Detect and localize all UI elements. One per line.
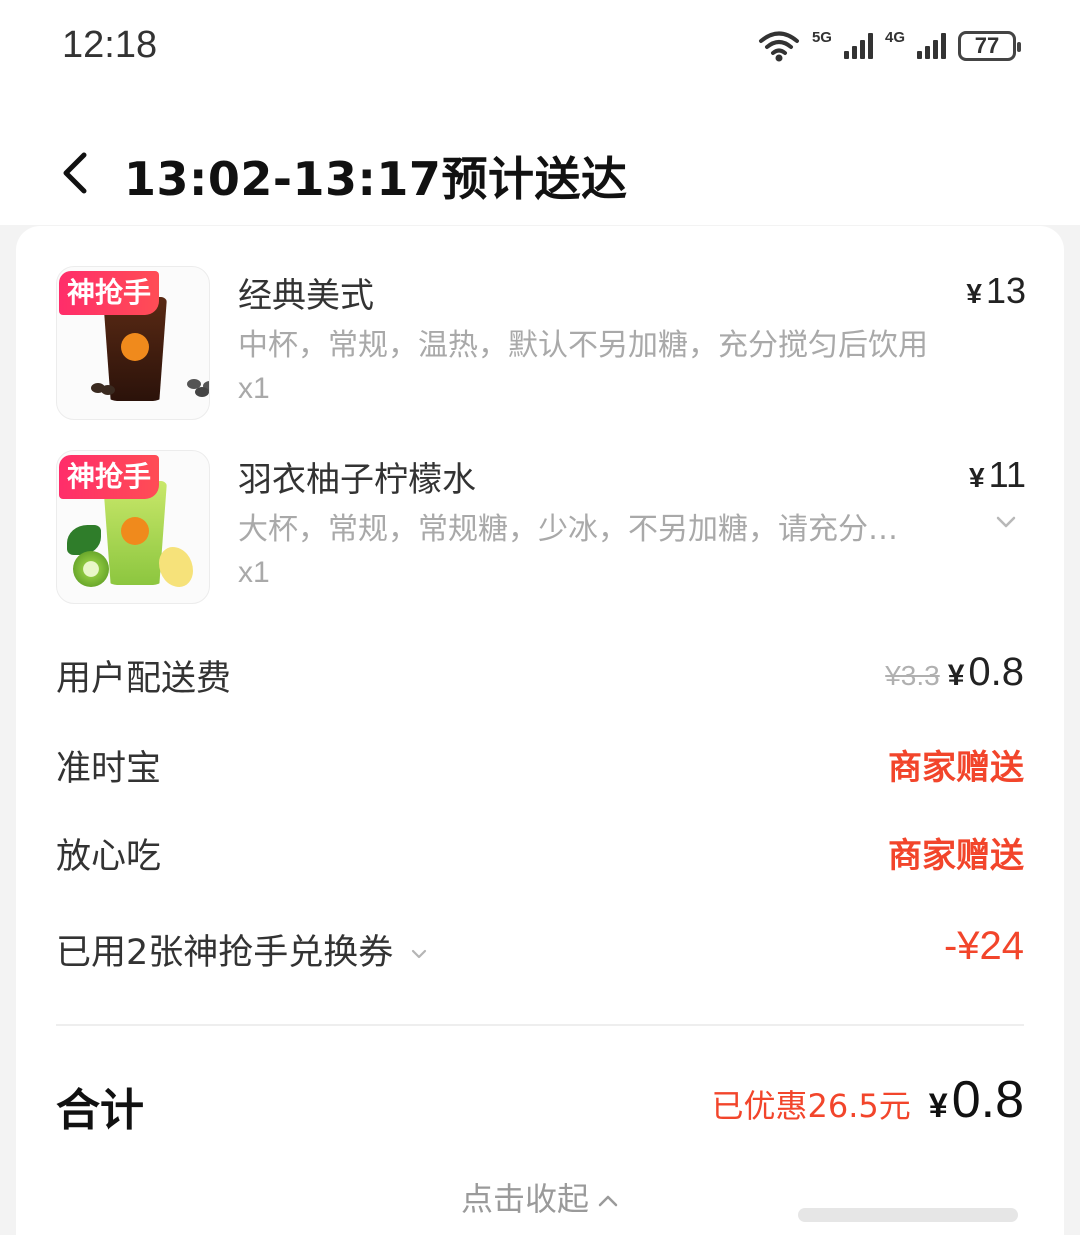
item-price: ¥13 [966,270,1026,312]
total-price: ¥0.8 [929,1070,1024,1130]
status-time: 12:18 [62,24,158,66]
coupon-label-text: 已用2张神抢手兑换券 [56,933,394,973]
status-bar: 12:18 5G 4G 77 [0,0,1080,95]
currency-symbol: ¥ [928,1087,948,1125]
promo-badge: 神抢手 [59,455,160,499]
saved-amount-text: 已优惠26.5元 [711,1087,911,1125]
brand-logo-icon [121,333,149,361]
chevron-left-icon [63,152,87,194]
original-fee: ¥3.3 [885,660,940,691]
total-price-value: 0.8 [951,1071,1024,1129]
item-name: 经典美式 [238,276,374,316]
product-image: 神抢手 [56,266,210,420]
order-item[interactable]: 神抢手 羽衣柚子柠檬水 ¥11 大杯，常规，常规糖，少冰，不另加糖，请充分… x… [56,450,1026,610]
item-spec: 中杯，常规，温热，默认不另加糖，充分搅匀后饮用 [238,328,928,363]
total-summary: 已优惠26.5元 ¥0.8 [712,1070,1024,1130]
coupon-discount-value: -¥24 [943,924,1024,968]
coupon-row[interactable]: 已用2张神抢手兑换券 -¥24 [56,924,1024,984]
current-fee: ¥0.8 [948,650,1024,694]
product-image: 神抢手 [56,450,210,604]
current-fee-value: 0.8 [968,650,1024,694]
divider [56,1024,1024,1026]
food-safety-value: 商家赠送 [888,836,1024,876]
total-label: 合计 [56,1085,144,1136]
currency-symbol: ¥ [969,462,985,493]
delivery-fee-label: 用户配送费 [56,659,232,699]
battery-icon: 77 [958,31,1021,61]
item-price-value: 13 [985,270,1026,311]
ontime-guarantee-label: 准时宝 [56,749,162,789]
order-detail-screen: 12:18 5G 4G 77 13:02-13:17预计送达 神抢手 经典美式 … [0,0,1080,1235]
page-header: 13:02-13:17预计送达 [0,95,1080,225]
page-title: 13:02-13:17预计送达 [124,152,628,206]
delivery-fee-value: ¥3.3 ¥0.8 [885,650,1024,695]
wifi-icon [758,31,799,62]
chevron-up-icon [598,1195,618,1207]
chevron-down-icon[interactable] [994,510,1018,534]
delivery-fee-row: 用户配送费 ¥3.3 ¥0.8 [56,650,1024,710]
item-price: ¥11 [969,454,1026,496]
coupon-label: 已用2张神抢手兑换券 [56,924,428,975]
ontime-guarantee-row: 准时宝 商家赠送 [56,740,1024,800]
currency-symbol: ¥ [947,659,965,692]
lime-slice-image [73,551,109,587]
item-price-value: 11 [988,454,1026,495]
kale-leaf-image [67,525,101,555]
brand-logo-icon [121,517,149,545]
item-spec: 大杯，常规，常规糖，少冰，不另加糖，请充分… [238,512,898,547]
ontime-guarantee-value: 商家赠送 [888,748,1024,788]
item-name: 羽衣柚子柠檬水 [238,460,476,500]
food-safety-row: 放心吃 商家赠送 [56,828,1024,888]
signal-4g-icon [917,33,946,59]
battery-level: 77 [974,33,1000,58]
back-button[interactable] [56,147,96,197]
promo-badge: 神抢手 [59,271,160,315]
network-4g-label: 4G [884,28,905,46]
network-5g-label: 5G [811,28,832,46]
coffee-beans-image [91,383,105,393]
item-quantity: x1 [238,556,270,589]
signal-5g-icon [843,33,873,59]
home-indicator[interactable] [798,1208,1018,1222]
order-item[interactable]: 神抢手 经典美式 ¥13 中杯，常规，温热，默认不另加糖，充分搅匀后饮用 x1 [56,266,1026,426]
chevron-down-icon[interactable] [410,947,428,961]
collapse-label: 点击收起 [460,1180,589,1218]
food-safety-label: 放心吃 [56,837,162,877]
status-icons: 5G 4G 77 [758,26,1021,66]
currency-symbol: ¥ [966,278,982,309]
order-card: 神抢手 经典美式 ¥13 中杯，常规，温热，默认不另加糖，充分搅匀后饮用 x1 … [16,226,1064,1235]
pomelo-slice-image [159,547,193,587]
item-quantity: x1 [238,372,270,405]
